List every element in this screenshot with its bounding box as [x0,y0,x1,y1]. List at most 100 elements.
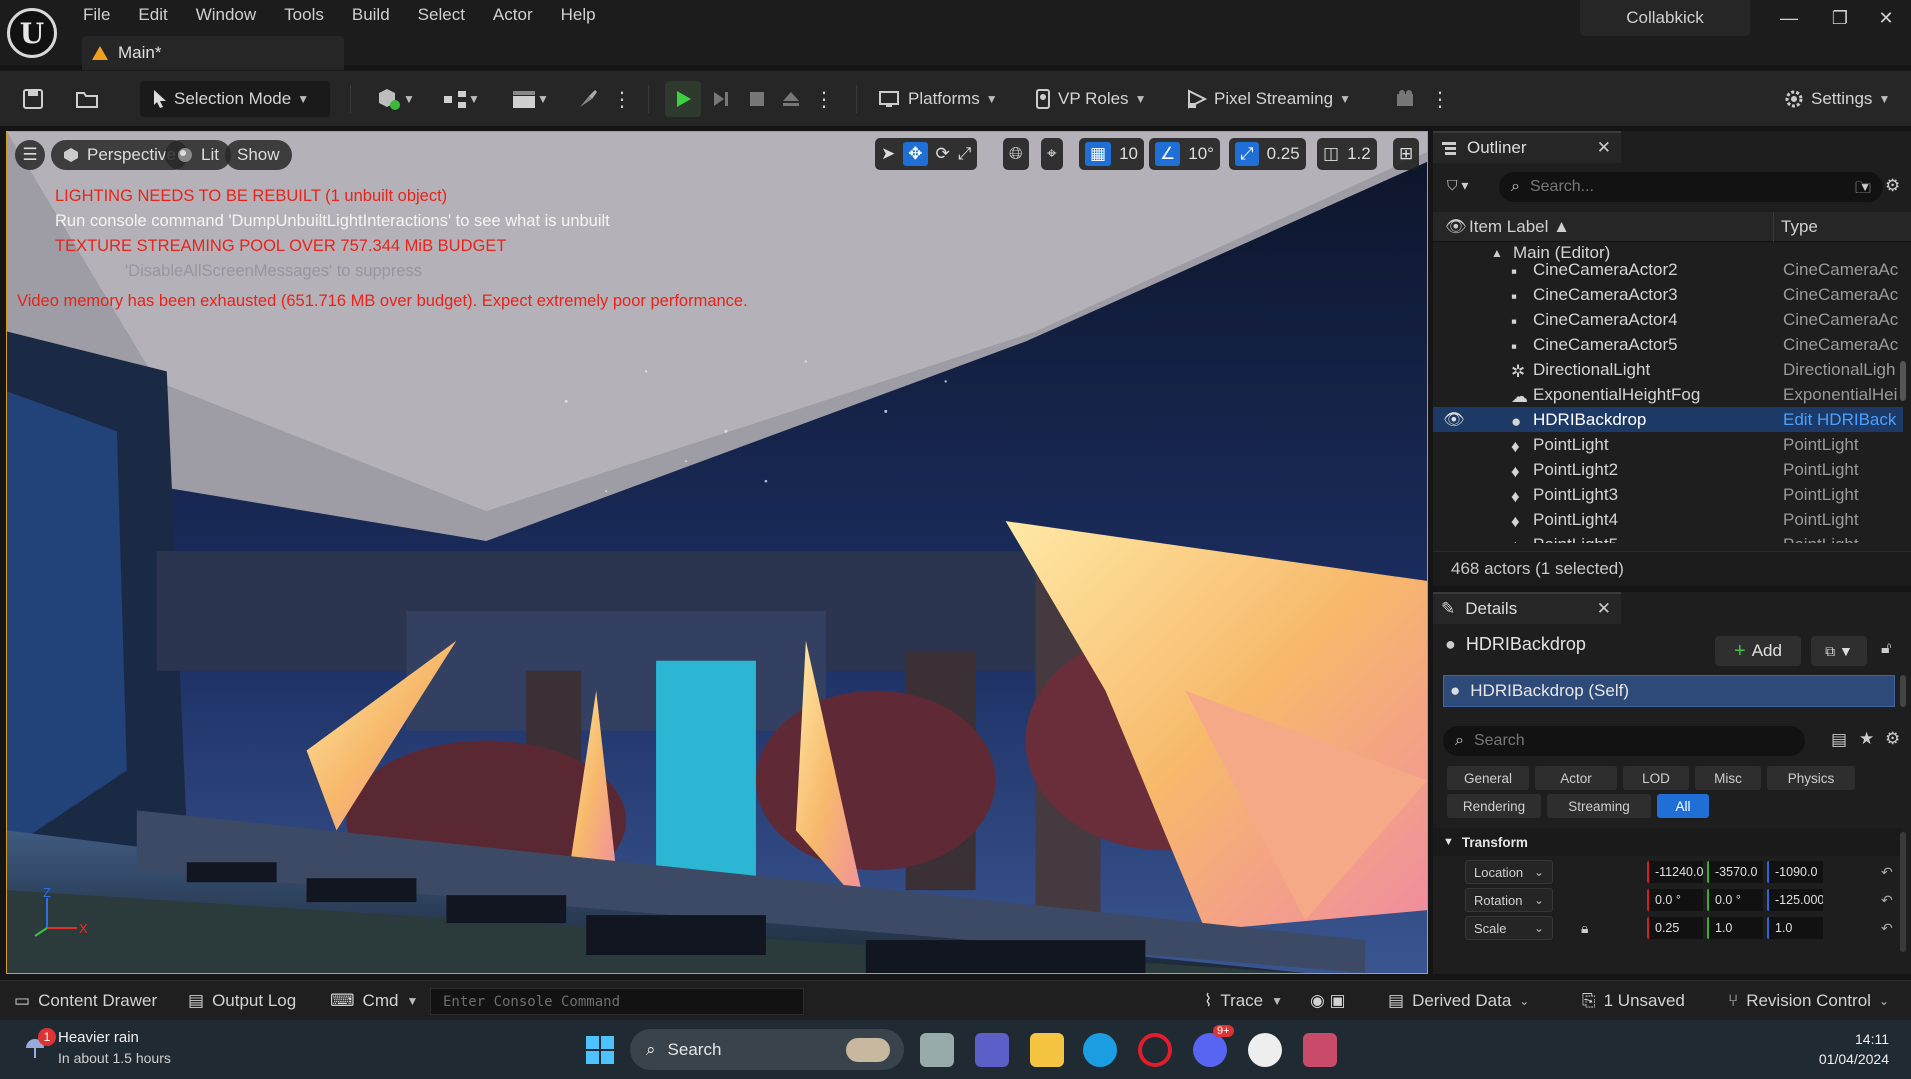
actor-row[interactable]: ☁︎ ExponentialHeightFog ExponentialHei [1433,382,1903,407]
filter-lod[interactable]: LOD [1623,766,1689,790]
menu-help[interactable]: Help [548,3,611,27]
lock-icon[interactable]: 🔒︎ [1581,920,1588,937]
scale-y-field[interactable]: 1.0 [1707,917,1763,939]
show-button[interactable]: Show [225,140,292,170]
menu-file[interactable]: File [70,3,125,27]
details-search-input[interactable]: ⌕ Search [1443,726,1805,756]
viewport-menu-button[interactable]: ☰ [15,140,45,170]
outliner-scrollbar[interactable] [1900,243,1906,543]
restore-button[interactable]: ❐ [1820,4,1860,32]
location-dropdown[interactable]: Location ⌄ [1465,860,1553,884]
outliner-settings-icon[interactable]: ⚙︎ [1885,176,1900,196]
actor-row-selected[interactable]: 👁︎ ● HDRIBackdrop Edit HDRIBack [1433,407,1903,432]
rotation-z-field[interactable]: -125.000 [1767,889,1823,911]
actor-row[interactable]: ✲ DirectionalLight DirectionalLigh [1433,357,1903,382]
location-x-field[interactable]: -11240.0 [1647,861,1703,883]
stop-button[interactable] [742,81,772,117]
eject-button[interactable] [776,81,806,117]
actor-row[interactable]: ♦ PointLight4 PointLight [1433,507,1903,532]
task-view-icon[interactable] [920,1033,954,1067]
menu-select[interactable]: Select [405,3,480,27]
play-options-icon[interactable]: ⋮ [814,81,834,117]
menu-window[interactable]: Window [183,3,271,27]
actor-row[interactable]: ▪ CineCameraActor4 CineCameraAc [1433,307,1903,332]
eye-icon[interactable]: 👁︎ [1443,410,1465,430]
browse-button[interactable] [70,81,104,117]
coordinate-system-button[interactable]: 🌐︎ [1003,138,1029,170]
record-icon[interactable]: ◉ ▣ [1310,981,1346,1021]
outliner-tab[interactable]: Outliner ✕ [1433,131,1621,163]
menu-tools[interactable]: Tools [271,3,339,27]
menu-actor[interactable]: Actor [480,3,548,27]
play-button[interactable] [665,81,701,117]
location-z-field[interactable]: -1090.0 [1767,861,1823,883]
step-button[interactable] [706,81,736,117]
actor-row[interactable]: ▪ CineCameraActor2 CineCameraAc [1433,257,1903,282]
rotation-dropdown[interactable]: Rotation ⌄ [1465,888,1553,912]
filter-physics[interactable]: Physics [1767,766,1855,790]
gear-icon[interactable]: ⚙︎ [1885,729,1900,749]
lock-icon[interactable]: 🔓︎ [1881,640,1891,658]
add-folder-icon[interactable]: 🗀︎ [1855,177,1871,204]
rotation-x-field[interactable]: 0.0 ° [1647,889,1703,911]
actor-row[interactable]: ▪ CineCameraActor3 CineCameraAc [1433,282,1903,307]
reset-icon[interactable]: ↶ [1881,864,1893,881]
modes-button[interactable] [573,81,603,117]
opera-icon[interactable] [1138,1033,1172,1067]
reset-icon[interactable]: ↶ [1881,920,1893,937]
star-icon[interactable]: ★ [1859,729,1874,749]
file-explorer-icon[interactable] [1030,1033,1064,1067]
select-tool-icon[interactable]: ➤ [881,144,895,164]
content-drawer-button[interactable]: ▭ Content Drawer [14,981,157,1021]
reset-icon[interactable]: ↶ [1881,892,1893,909]
close-icon[interactable]: ✕ [1597,138,1611,158]
revision-control-dropdown[interactable]: ⑂ Revision Control ⌄ [1728,981,1889,1021]
menu-build[interactable]: Build [339,3,405,27]
unreal-logo-icon[interactable]: U [7,8,57,58]
system-clock[interactable]: 14:11 01/04/2024 [1819,1029,1889,1069]
scale-z-field[interactable]: 1.0 [1767,917,1823,939]
scale-snap-button[interactable]: ⤢ 0.25 [1229,138,1306,170]
visibility-icon[interactable]: 👁︎ [1445,217,1467,237]
filter-actor[interactable]: Actor [1535,766,1617,790]
taskbar-search[interactable]: ⌕ Search [630,1029,904,1070]
add-actor-button[interactable]: ▼ [370,81,420,117]
save-button[interactable] [16,81,50,117]
lit-button[interactable]: Lit [165,140,231,170]
close-icon[interactable]: ✕ [1597,599,1611,619]
table-view-icon[interactable]: ▤ [1831,730,1847,750]
actor-row[interactable]: ♦ PointLight3 PointLight [1433,482,1903,507]
component-scrollbar[interactable] [1900,675,1906,707]
weather-widget[interactable]: 1 Heavier rain In about 1.5 hours [22,1028,171,1068]
vcam-button[interactable] [1392,81,1422,117]
close-window-button[interactable]: ✕ [1866,4,1906,32]
unreal-engine-icon[interactable] [1248,1033,1282,1067]
component-self-row[interactable]: ● HDRIBackdrop (Self) [1443,675,1895,707]
actor-row[interactable]: ▪ CineCameraActor5 CineCameraAc [1433,332,1903,357]
transform-section-header[interactable]: ▼ Transform [1433,828,1903,856]
actor-row[interactable]: ♦ PointLight PointLight [1433,432,1903,457]
filter-rendering[interactable]: Rendering [1447,794,1541,818]
output-log-button[interactable]: ▤ Output Log [188,981,296,1021]
unsaved-button[interactable]: ⎘ 1 Unsaved [1582,981,1685,1021]
type-column[interactable]: Type [1781,217,1818,237]
details-scrollbar[interactable] [1900,832,1906,952]
selection-mode-dropdown[interactable]: Selection Mode ▼ [140,81,330,117]
filter-all[interactable]: All [1657,794,1709,818]
surface-snap-button[interactable]: ⌖ [1041,138,1063,170]
filter-streaming[interactable]: Streaming [1547,794,1651,818]
blueprint-button[interactable]: ▼ [436,81,486,117]
edit-actor-link[interactable]: Edit HDRIBack [1783,410,1898,430]
level-viewport[interactable]: ☰ Perspective Lit Show ➤ ✥ ⟳ ⤢ 🌐︎ ⌖ ▦ 10… [6,131,1428,974]
menu-edit[interactable]: Edit [125,3,182,27]
camera-speed-button[interactable]: ◫ 1.2 [1317,138,1377,170]
blueprint-convert-button[interactable]: ⧉ ▼ [1811,636,1867,666]
item-label-column[interactable]: Item Label ▲ [1469,217,1570,237]
move-tool-icon[interactable]: ✥ [903,142,928,166]
location-y-field[interactable]: -3570.0 [1707,861,1763,883]
vp-roles-dropdown[interactable]: VP Roles ▼ [1034,81,1146,117]
scale-dropdown[interactable]: Scale ⌄ [1465,916,1553,940]
details-tab[interactable]: ✎ Details ✕ [1433,592,1621,624]
platforms-dropdown[interactable]: Platforms ▼ [878,81,998,117]
cmd-dropdown[interactable]: ⌨︎ Cmd ▼ [330,981,418,1021]
